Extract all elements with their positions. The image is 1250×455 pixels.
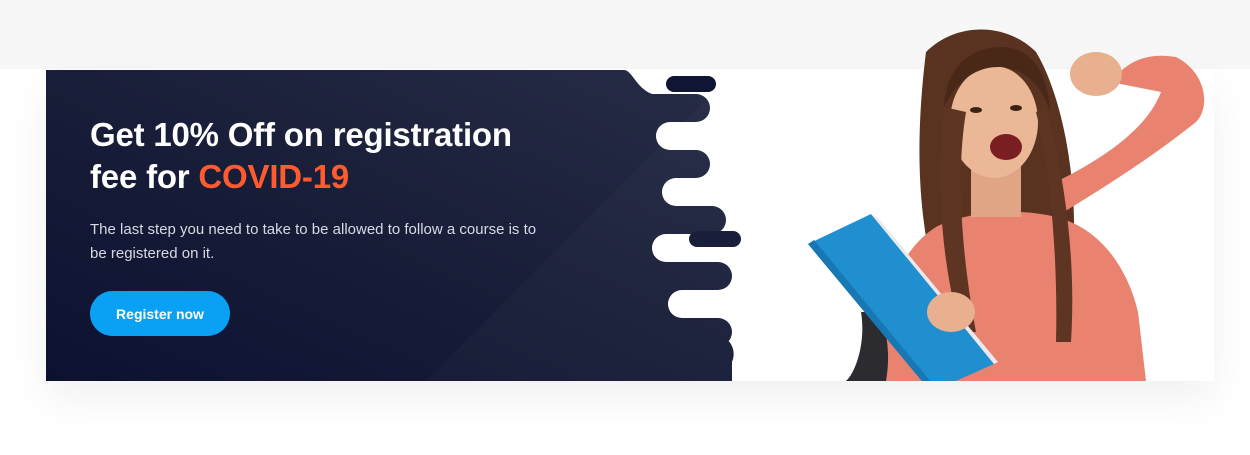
banner-content: Get 10% Off on registration fee for COVI… bbox=[90, 114, 560, 266]
student-with-books-illustration bbox=[766, 12, 1250, 381]
banner-dark-panel: Get 10% Off on registration fee for COVI… bbox=[46, 70, 746, 381]
headline-highlight: COVID-19 bbox=[198, 158, 350, 195]
register-now-button[interactable]: Register now bbox=[90, 291, 230, 336]
promo-banner: Get 10% Off on registration fee for COVI… bbox=[46, 29, 1214, 381]
banner-headline: Get 10% Off on registration fee for COVI… bbox=[90, 114, 560, 198]
banner-description: The last step you need to take to be all… bbox=[90, 221, 537, 262]
